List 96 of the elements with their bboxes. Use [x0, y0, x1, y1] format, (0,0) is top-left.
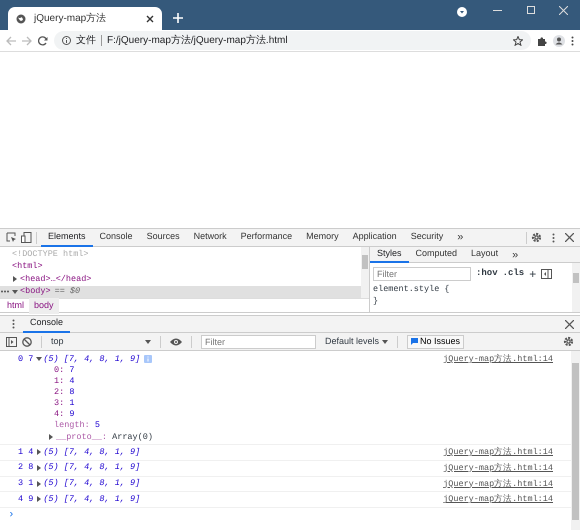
context-dropdown[interactable]: top [51, 334, 151, 348]
caret-icon [145, 340, 151, 344]
array-summary[interactable]: (5) [7, 4, 8, 1, 9] [43, 352, 140, 366]
more-tabs-button[interactable]: » [505, 246, 526, 262]
close-icon [559, 6, 568, 14]
kebab-menu-icon[interactable] [12, 319, 15, 329]
devtools-tab[interactable]: Elements [41, 228, 93, 246]
scrollbar[interactable] [361, 247, 369, 298]
levels-dropdown[interactable]: Default levels [325, 334, 388, 348]
style-rule-text: } [373, 296, 380, 307]
dom-node[interactable]: <head>…</head> [0, 273, 361, 286]
styles-tab[interactable]: Layout [464, 246, 506, 262]
info-icon [62, 36, 71, 45]
kebab-menu-icon[interactable] [571, 36, 574, 46]
address-bar[interactable]: 文件 F:/jQuery-map方法/jQuery-map方法.html [54, 31, 531, 50]
collapsed-triangle-icon[interactable] [36, 449, 42, 455]
proto-property[interactable]: __proto__: Array(0) [56, 430, 153, 444]
cls-toggle[interactable]: .cls [502, 267, 524, 281]
caret-icon [382, 340, 388, 344]
new-tab-icon[interactable] [173, 13, 183, 23]
dom-node[interactable]: <html> [0, 260, 361, 273]
log-prefix: 4 9 [18, 492, 34, 506]
breadcrumb[interactable]: body [29, 298, 59, 314]
source-link[interactable]: jQuery-map方法.html:14 [443, 462, 553, 474]
message-icon [411, 338, 418, 345]
devtools-tab[interactable]: Security [404, 228, 450, 246]
settings-icon[interactable] [531, 232, 542, 243]
browser-tab[interactable]: jQuery-map方法 [8, 7, 162, 30]
collapsed-triangle-icon[interactable] [36, 464, 42, 471]
new-rule-button[interactable]: + [529, 265, 536, 283]
puzzle-icon[interactable] [537, 36, 547, 46]
more-tabs-button[interactable]: » [450, 228, 470, 246]
devtools-tab[interactable]: Application [346, 228, 404, 246]
source-link[interactable]: jQuery-map方法.html:14 [443, 446, 553, 459]
filter-field[interactable]: Filter [373, 267, 471, 281]
scrollbar[interactable] [571, 351, 580, 530]
style-rule-text: element.style { [373, 284, 451, 295]
info-icon [144, 355, 152, 363]
expanded-triangle-icon[interactable] [36, 356, 42, 362]
source-link[interactable]: jQuery-map方法.html:14 [443, 493, 553, 506]
log-prefix: 2 8 [18, 461, 34, 474]
close-icon[interactable] [146, 14, 154, 22]
device-icon[interactable] [21, 232, 32, 243]
array-summary[interactable]: (5) [7, 4, 8, 1, 9] [43, 446, 140, 458]
array-summary[interactable]: (5) [7, 4, 8, 1, 9] [43, 492, 140, 506]
devtools-tab[interactable]: Memory [299, 228, 346, 246]
avatar-icon[interactable] [553, 34, 565, 46]
log-prefix: 1 4 [18, 446, 34, 458]
clear-console-icon[interactable] [22, 336, 32, 346]
tab-title: jQuery-map方法 [34, 12, 108, 26]
collapsed-triangle-icon[interactable] [36, 480, 42, 486]
array-summary[interactable]: (5) [7, 4, 8, 1, 9] [43, 461, 140, 474]
devtools-tab[interactable]: Network [186, 228, 234, 246]
profile-menu-icon[interactable] [457, 7, 467, 17]
sidebar-toggle-icon[interactable] [6, 336, 17, 346]
hov-toggle[interactable]: :hov [476, 267, 498, 281]
close-icon[interactable] [565, 233, 574, 242]
security-label: 文件 [76, 34, 96, 48]
array-property: length: 5 [53, 420, 101, 431]
star-icon[interactable] [513, 36, 523, 46]
log-prefix: 3 1 [18, 477, 34, 490]
breadcrumb[interactable]: html [2, 298, 30, 314]
filter-field[interactable]: Filter [201, 334, 316, 348]
dom-node[interactable]: <body> == $0 [0, 286, 361, 298]
inspect-icon[interactable] [6, 232, 17, 243]
array-property: 2: 8 [53, 387, 76, 398]
array-property: 0: 7 [53, 365, 76, 376]
collapsed-triangle-icon[interactable] [36, 496, 42, 502]
source-link[interactable]: jQuery-map方法.html:14 [443, 478, 553, 490]
devtools-tab[interactable]: Performance [234, 228, 300, 246]
devtools-tab[interactable]: Console [92, 228, 140, 246]
url-text: F:/jQuery-map方法/jQuery-map方法.html [107, 34, 289, 48]
array-property: 3: 1 [53, 398, 76, 409]
devtools-tab[interactable]: Sources [140, 228, 187, 246]
array-summary[interactable]: (5) [7, 4, 8, 1, 9] [43, 477, 140, 490]
log-prefix: 0 7 [18, 352, 34, 366]
array-property: 1: 4 [53, 376, 76, 387]
globe-icon [16, 14, 26, 24]
scrollbar[interactable] [572, 263, 580, 312]
sidebar-toggle-icon[interactable] [541, 269, 552, 279]
settings-icon[interactable] [563, 336, 574, 347]
expanded-triangle-icon[interactable] [12, 288, 18, 295]
kebab-menu-icon[interactable] [552, 232, 555, 242]
styles-tab[interactable]: Styles [370, 246, 409, 262]
styles-tab[interactable]: Computed [408, 246, 464, 262]
console-prompt[interactable]: › [0, 508, 571, 522]
maximize-icon [526, 6, 534, 14]
collapsed-triangle-icon[interactable] [48, 434, 54, 440]
reload-icon[interactable] [38, 36, 48, 46]
ellipsis-icon[interactable] [1, 290, 9, 294]
array-property: 4: 9 [53, 409, 76, 420]
issues-button[interactable]: No Issues [407, 334, 464, 348]
collapsed-triangle-icon[interactable] [12, 276, 18, 282]
close-icon[interactable] [565, 320, 574, 328]
eye-icon[interactable] [170, 338, 182, 346]
source-link[interactable]: jQuery-map方法.html:14 [443, 353, 553, 443]
